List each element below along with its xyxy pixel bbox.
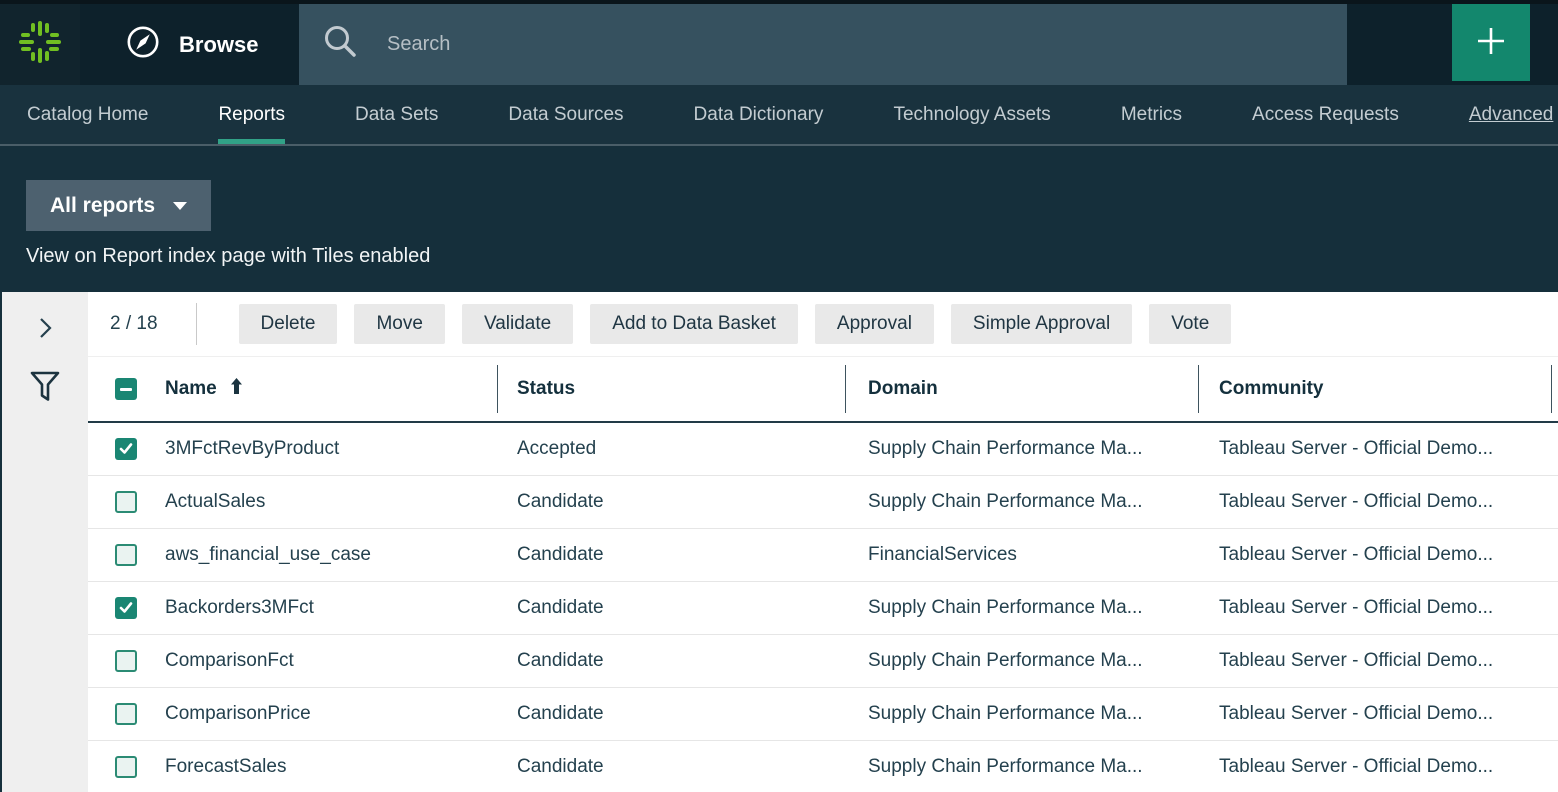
row-checkbox[interactable] — [115, 438, 137, 460]
sidebar-expand-button[interactable] — [36, 316, 54, 343]
report-list-panel: 2 / 18 Delete Move Validate Add to Data Bas… — [88, 292, 1558, 792]
cell-domain: Supply Chain Performance Ma... — [845, 703, 1198, 725]
cell-domain: Supply Chain Performance Ma... — [845, 438, 1198, 460]
nav-tab-metrics[interactable]: Metrics — [1121, 85, 1182, 144]
row-checkbox[interactable] — [115, 650, 137, 672]
row-checkbox[interactable] — [115, 703, 137, 725]
toolbar-divider — [196, 303, 197, 345]
cell-status: Candidate — [497, 491, 845, 513]
column-header-name[interactable]: Name — [150, 357, 497, 421]
cell-name[interactable]: ComparisonPrice — [150, 703, 497, 725]
top-bar: Browse — [0, 0, 1558, 85]
nav-tab-access-requests[interactable]: Access Requests — [1252, 85, 1399, 144]
cell-community: Tableau Server - Official Demo... — [1198, 756, 1558, 778]
chevron-right-icon — [36, 328, 54, 343]
column-header-community[interactable]: Community — [1198, 357, 1558, 421]
chevron-down-icon — [173, 202, 187, 210]
nav-tab-reports[interactable]: Reports — [218, 85, 285, 144]
cell-status: Candidate — [497, 650, 845, 672]
table-row[interactable]: Backorders3MFct Candidate Supply Chain P… — [88, 582, 1558, 635]
plus-icon — [1476, 26, 1506, 59]
table-header-row: Name Status Domain Community — [88, 357, 1558, 423]
cell-status: Candidate — [497, 703, 845, 725]
column-header-status[interactable]: Status — [497, 357, 845, 421]
selection-count: 2 / 18 — [110, 313, 158, 335]
cell-name[interactable]: ComparisonFct — [150, 650, 497, 672]
table-row[interactable]: aws_financial_use_case Candidate Financi… — [88, 529, 1558, 582]
app-logo[interactable] — [0, 4, 80, 85]
table-row[interactable]: ComparisonFct Candidate Supply Chain Per… — [88, 635, 1558, 688]
cell-domain: Supply Chain Performance Ma... — [845, 597, 1198, 619]
table-row[interactable]: ComparisonPrice Candidate Supply Chain P… — [88, 688, 1558, 741]
cell-status: Candidate — [497, 597, 845, 619]
table-row[interactable]: ActualSales Candidate Supply Chain Perfo… — [88, 476, 1558, 529]
cell-status: Candidate — [497, 756, 845, 778]
nav-tab-data-sources[interactable]: Data Sources — [508, 85, 623, 144]
select-all-checkbox[interactable] — [115, 378, 137, 400]
cell-name[interactable]: aws_financial_use_case — [150, 544, 497, 566]
cell-name[interactable]: Backorders3MFct — [150, 597, 497, 619]
topbar-spacer — [1347, 4, 1452, 85]
filter-sidebar — [0, 292, 88, 792]
search-icon — [321, 23, 359, 66]
toolbar-button-validate[interactable]: Validate — [462, 304, 573, 344]
cell-community: Tableau Server - Official Demo... — [1198, 491, 1558, 513]
search-input[interactable] — [387, 33, 1247, 56]
cell-name[interactable]: ActualSales — [150, 491, 497, 513]
table-row[interactable]: ForecastSales Candidate Supply Chain Per… — [88, 741, 1558, 792]
report-scope-label: All reports — [50, 194, 155, 218]
row-checkbox[interactable] — [115, 491, 137, 513]
page-header: All reports View on Report index page wi… — [0, 146, 1558, 292]
filter-button[interactable] — [28, 369, 62, 408]
toolbar-button-delete[interactable]: Delete — [239, 304, 338, 344]
row-checkbox[interactable] — [115, 756, 137, 778]
sort-ascending-arrow-icon — [230, 378, 243, 400]
cell-community: Tableau Server - Official Demo... — [1198, 544, 1558, 566]
toolbar-button-simple-approval[interactable]: Simple Approval — [951, 304, 1132, 344]
cell-domain: FinancialServices — [845, 544, 1198, 566]
toolbar-button-vote[interactable]: Vote — [1149, 304, 1231, 344]
cell-status: Accepted — [497, 438, 845, 460]
cell-name[interactable]: 3MFctRevByProduct — [150, 438, 497, 460]
bulk-actions-toolbar: 2 / 18 Delete Move Validate Add to Data Bas… — [88, 292, 1558, 356]
cell-domain: Supply Chain Performance Ma... — [845, 491, 1198, 513]
row-checkbox[interactable] — [115, 544, 137, 566]
cell-domain: Supply Chain Performance Ma... — [845, 650, 1198, 672]
reports-table: Name Status Domain Community — [88, 356, 1558, 792]
cell-community: Tableau Server - Official Demo... — [1198, 438, 1558, 460]
cell-domain: Supply Chain Performance Ma... — [845, 756, 1198, 778]
column-header-domain[interactable]: Domain — [845, 357, 1198, 421]
nav-tab-advanced[interactable]: Advanced — [1469, 85, 1554, 144]
search-bar[interactable] — [299, 4, 1347, 85]
toolbar-button-move[interactable]: Move — [354, 304, 444, 344]
add-asset-button[interactable] — [1452, 4, 1530, 81]
toolbar-button-add-to-data-basket[interactable]: Add to Data Basket — [590, 304, 798, 344]
row-checkbox[interactable] — [115, 597, 137, 619]
cell-community: Tableau Server - Official Demo... — [1198, 703, 1558, 725]
cell-name[interactable]: ForecastSales — [150, 756, 497, 778]
compass-icon — [125, 24, 161, 65]
report-scope-dropdown[interactable]: All reports — [26, 180, 211, 231]
cell-community: Tableau Server - Official Demo... — [1198, 597, 1558, 619]
collibra-logo-icon — [16, 18, 64, 71]
cell-status: Candidate — [497, 544, 845, 566]
nav-tab-data-sets[interactable]: Data Sets — [355, 85, 438, 144]
view-description: View on Report index page with Tiles ena… — [26, 245, 1558, 268]
table-row[interactable]: 3MFctRevByProduct Accepted Supply Chain … — [88, 423, 1558, 476]
catalog-tab-bar: Catalog Home Reports Data Sets Data Sources… — [0, 85, 1558, 146]
indeterminate-minus-icon — [120, 388, 132, 391]
table-body: 3MFctRevByProduct Accepted Supply Chain … — [88, 423, 1558, 792]
nav-tab-data-dictionary[interactable]: Data Dictionary — [694, 85, 824, 144]
browse-label: Browse — [179, 32, 258, 58]
select-all-checkbox-cell — [88, 357, 150, 421]
filter-funnel-icon — [28, 393, 62, 408]
browse-menu[interactable]: Browse — [80, 4, 299, 85]
nav-tab-technology-assets[interactable]: Technology Assets — [893, 85, 1050, 144]
toolbar-button-approval[interactable]: Approval — [815, 304, 934, 344]
nav-tab-catalog-home[interactable]: Catalog Home — [27, 85, 148, 144]
cell-community: Tableau Server - Official Demo... — [1198, 650, 1558, 672]
